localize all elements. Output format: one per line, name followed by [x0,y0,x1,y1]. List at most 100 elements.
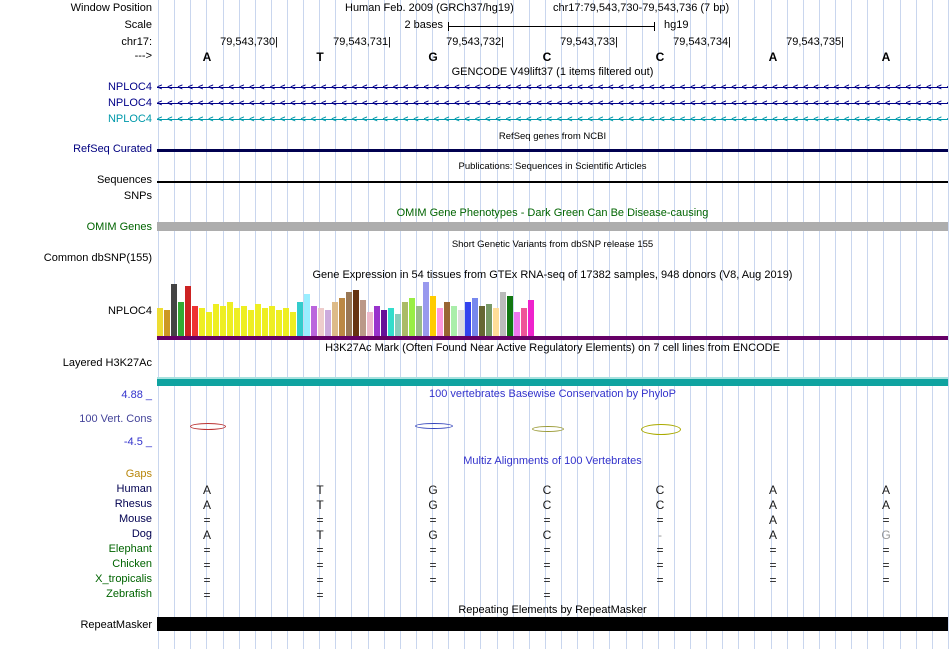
snps-label[interactable]: SNPs [124,190,152,203]
gtex-bar[interactable] [437,308,443,336]
gtex-bar[interactable] [388,308,394,336]
conservation-mark[interactable] [641,424,681,435]
gtex-bar[interactable] [241,306,247,336]
gene-transcript-line[interactable]: <<<<<<<<<<<<<<<<<<<<<<<<<<<<<<<<<<<<<<<<… [157,97,948,110]
refseq-curated-line[interactable] [157,149,948,152]
gtex-bar[interactable] [507,296,513,336]
conservation-track-label[interactable]: 100 Vert. Cons [79,413,152,426]
alignment-cell: = [640,558,680,572]
conservation-mark[interactable] [532,426,564,432]
gene-transcript-label[interactable]: NPLOC4 [108,113,152,126]
gtex-bar[interactable] [297,302,303,336]
gtex-bar[interactable] [283,308,289,336]
gene-transcript-label[interactable]: NPLOC4 [108,81,152,94]
gtex-bar[interactable] [206,312,212,336]
gtex-bar[interactable] [178,302,184,336]
gtex-bar[interactable] [346,292,352,336]
species-label[interactable]: Zebrafish [106,588,152,601]
gtex-gene-label[interactable]: NPLOC4 [108,305,152,318]
species-label[interactable]: Elephant [109,543,152,556]
gtex-gene-model-line[interactable] [157,336,948,340]
gene-transcript-line[interactable]: <<<<<<<<<<<<<<<<<<<<<<<<<<<<<<<<<<<<<<<<… [157,113,948,126]
gtex-bar[interactable] [451,306,457,336]
gtex-bar[interactable] [199,308,205,336]
gtex-bar[interactable] [367,312,373,336]
refseq-curated-label[interactable]: RefSeq Curated [73,143,152,156]
sequences-line[interactable] [157,181,948,183]
gtex-bar[interactable] [479,306,485,336]
gtex-bar[interactable] [458,310,464,336]
coordinate-label: 79,543,735| [731,36,844,48]
gtex-bar[interactable] [325,310,331,336]
gtex-bar[interactable] [213,304,219,336]
omim-genes-label[interactable]: OMIM Genes [87,221,152,234]
gtex-bar[interactable] [318,308,324,336]
gtex-bar[interactable] [514,312,520,336]
gtex-bar[interactable] [500,292,506,336]
species-label[interactable]: X_tropicalis [95,573,152,586]
gene-transcript-label[interactable]: NPLOC4 [108,97,152,110]
gtex-bar[interactable] [220,306,226,336]
species-label[interactable]: Human [117,483,152,496]
gtex-bar[interactable] [290,312,296,336]
gtex-bar[interactable] [339,298,345,336]
gtex-bar[interactable] [416,306,422,336]
gtex-bar[interactable] [248,310,254,336]
alignment-cell: C [527,498,567,512]
gtex-bar[interactable] [521,308,527,336]
repeatmasker-label[interactable]: RepeatMasker [80,619,152,632]
species-label[interactable]: Rhesus [115,498,152,511]
gtex-bar[interactable] [381,310,387,336]
species-label[interactable]: Chicken [112,558,152,571]
coordinate-label: 79,543,731| [278,36,391,48]
gtex-bar[interactable] [255,304,261,336]
h3k27ac-label[interactable]: Layered H3K27Ac [63,357,152,370]
gtex-bar[interactable] [493,308,499,336]
gtex-bar[interactable] [528,300,534,336]
conservation-mark[interactable] [415,423,453,429]
gtex-bar[interactable] [430,296,436,336]
gtex-bar[interactable] [171,284,177,336]
sequences-label[interactable]: Sequences [97,174,152,187]
gtex-bar[interactable] [234,308,240,336]
alignment-cell: = [527,513,567,527]
gtex-bar[interactable] [472,298,478,336]
gtex-bar[interactable] [486,304,492,336]
gtex-bar[interactable] [185,286,191,336]
gtex-bar[interactable] [353,290,359,336]
alignment-cell: = [300,573,340,587]
chrom-label: chr17: [121,36,152,49]
gtex-bar[interactable] [227,302,233,336]
gtex-bar[interactable] [304,294,310,336]
species-label[interactable]: Dog [132,528,152,541]
gtex-bar[interactable] [332,302,338,336]
common-dbsnp-label[interactable]: Common dbSNP(155) [44,252,152,265]
gtex-bar[interactable] [269,306,275,336]
conservation-mark[interactable] [190,423,226,430]
gtex-bar[interactable] [164,310,170,336]
gtex-bar[interactable] [311,306,317,336]
species-label[interactable]: Mouse [119,513,152,526]
gtex-bar[interactable] [192,306,198,336]
gtex-bar[interactable] [276,310,282,336]
gtex-bar[interactable] [157,308,163,336]
alignment-cell: = [527,573,567,587]
gtex-bar[interactable] [423,282,429,336]
gene-transcript-line[interactable]: <<<<<<<<<<<<<<<<<<<<<<<<<<<<<<<<<<<<<<<<… [157,81,948,94]
gtex-bar[interactable] [402,302,408,336]
repeatmasker-bar[interactable] [157,617,948,631]
gtex-bar[interactable] [444,302,450,336]
gtex-bar[interactable] [374,306,380,336]
phylop-max-label: 4.88 _ [121,389,152,402]
gtex-bar[interactable] [395,314,401,336]
gtex-bar[interactable] [465,302,471,336]
gtex-bar[interactable] [409,298,415,336]
h3k27ac-signal-bar[interactable] [157,377,948,386]
alignment-cell: = [640,513,680,527]
alignment-cell: A [753,528,793,542]
gtex-bar[interactable] [262,308,268,336]
alignment-cell: A [753,483,793,497]
gtex-bar[interactable] [360,300,366,336]
phylop-min-label: -4.5 _ [124,436,152,449]
omim-genes-bar[interactable] [157,222,948,231]
